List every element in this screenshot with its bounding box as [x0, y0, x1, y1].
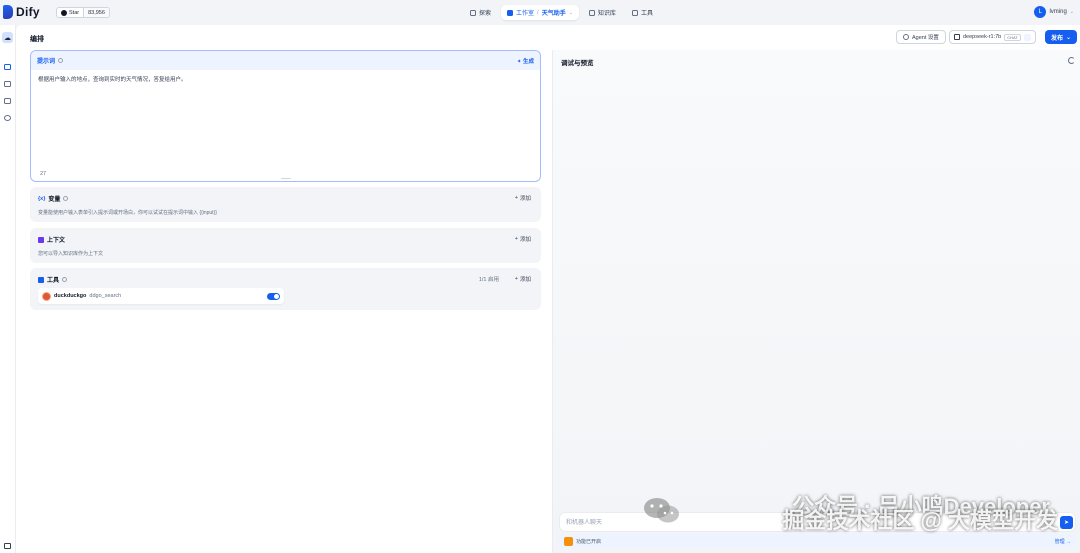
compass-icon [470, 9, 476, 16]
resize-handle[interactable] [281, 177, 291, 179]
nav-separator: / [537, 9, 539, 16]
tools-title: 工具 [47, 278, 60, 284]
tool-icon [38, 276, 44, 283]
studio-icon [507, 9, 514, 16]
orchestrate-icon[interactable] [4, 64, 11, 70]
debug-title: 调试与预览 [561, 60, 594, 67]
tool-enable-toggle[interactable] [267, 292, 280, 300]
monitoring-icon[interactable] [4, 115, 11, 121]
agent-settings-button[interactable]: Agent 设置 [896, 30, 946, 44]
prompt-title: 提示词 [37, 59, 56, 65]
model-mode-badge: CHAT [1004, 33, 1021, 41]
generate-prompt-button[interactable]: ✦ 生成 [517, 57, 534, 65]
logo-text: Dify [16, 5, 40, 19]
help-icon[interactable] [58, 58, 64, 63]
collapse-sidebar-icon[interactable] [4, 543, 11, 549]
add-variable-button[interactable]: + 添加 [515, 194, 531, 202]
user-name: lvming [1049, 9, 1067, 15]
prompt-header: 提示词 ✦ 生成 [31, 51, 540, 70]
left-rail: ☁ [0, 25, 16, 553]
features-bar: 功能已开启 管理 → [559, 534, 1076, 548]
wrench-icon [631, 9, 638, 16]
chevron-down-icon: ⌄ [1069, 9, 1074, 15]
page-title: 编排 [30, 36, 44, 43]
tools-section: 工具 1/1 启用 + 添加 duckduckgo ddgo_search [30, 268, 541, 310]
github-icon [61, 9, 67, 16]
tools-enabled-count: 1/1 启用 [478, 277, 499, 283]
debug-preview-panel: 调试与预览 ➤ 功能已开启 管理 → [552, 50, 1080, 553]
duckduckgo-icon [42, 291, 51, 301]
gear-icon [903, 34, 909, 40]
nav-knowledge[interactable]: 知识库 [583, 5, 622, 20]
prompt-char-count: 27 [40, 171, 47, 177]
model-name: deepseek-r1:7b [963, 34, 1002, 40]
chat-input-container: ➤ [559, 512, 1076, 532]
logs-icon[interactable] [4, 98, 11, 104]
context-section: 上下文 + 添加 您可以导入知识库作为上下文 [30, 228, 541, 263]
tool-provider: duckduckgo [54, 293, 87, 299]
add-context-button[interactable]: + 添加 [515, 235, 531, 243]
github-star-count: 83,956 [83, 8, 109, 17]
prompt-card[interactable]: 提示词 ✦ 生成 根据用户输入的地点，查询到实时的天气情况，答复给用户。 27 [30, 50, 541, 182]
github-star-label: Star [69, 9, 80, 16]
top-bar: Dify Star 83,956 探索 工作室 / 天气助手 ⌄ 知识库 工具 [0, 0, 1080, 25]
app-icon[interactable]: ☁ [2, 32, 13, 43]
tool-name: ddgo_search [89, 293, 122, 299]
api-access-icon[interactable] [4, 81, 11, 87]
model-selector-button[interactable]: deepseek-r1:7b CHAT [949, 30, 1036, 44]
context-description: 您可以导入知识库作为上下文 [38, 251, 104, 257]
model-provider-icon [954, 34, 960, 40]
nav-tools[interactable]: 工具 [626, 5, 659, 20]
github-star-button[interactable]: Star 83,956 [56, 7, 110, 18]
chevron-down-icon: ⌄ [568, 9, 573, 16]
user-menu[interactable]: L lvming ⌄ [1034, 6, 1074, 18]
context-title: 上下文 [47, 238, 66, 244]
main-content: 编排 Agent 设置 deepseek-r1:7b CHAT 发布 ⌄ 提示词… [16, 25, 1080, 553]
variable-icon: {x} [38, 195, 46, 202]
chat-input[interactable] [566, 516, 1046, 529]
dify-logo[interactable]: Dify [3, 5, 40, 19]
avatar: L [1034, 6, 1047, 18]
help-icon[interactable] [63, 196, 69, 201]
current-app-name[interactable]: 天气助手 [542, 8, 566, 17]
variables-description: 变量能使用户输入表单引入提示词或开场白，你可以试试在提示词中输入 {{input… [38, 210, 217, 216]
variables-title: 变量 [48, 197, 61, 203]
refresh-icon[interactable] [1068, 57, 1075, 64]
send-button[interactable]: ➤ [1060, 516, 1073, 529]
feature-icon [564, 536, 573, 546]
chevron-down-icon: ⌄ [1066, 34, 1072, 41]
prompt-textarea[interactable]: 根据用户输入的地点，查询到实时的天气情况，答复给用户。 [31, 70, 540, 90]
tool-item[interactable]: duckduckgo ddgo_search [38, 288, 284, 304]
nav-explore[interactable]: 探索 [464, 5, 497, 20]
publish-button[interactable]: 发布 ⌄ [1045, 30, 1078, 44]
help-icon[interactable] [62, 277, 68, 282]
main-nav: 探索 工作室 / 天气助手 ⌄ 知识库 工具 [464, 5, 659, 20]
feature-status: 功能已开启 [576, 538, 602, 545]
nav-studio[interactable]: 工作室 / 天气助手 ⌄ [501, 5, 579, 20]
add-tool-button[interactable]: + 添加 [515, 275, 531, 283]
book-icon [588, 9, 595, 16]
context-icon [38, 236, 44, 243]
editor-header: 编排 Agent 设置 deepseek-r1:7b CHAT 发布 ⌄ [16, 25, 1080, 50]
manage-features-link[interactable]: 管理 → [1055, 538, 1071, 545]
dify-logo-icon [3, 5, 13, 19]
model-params-icon[interactable] [1023, 33, 1031, 41]
variables-section: {x} 变量 + 添加 变量能使用户输入表单引入提示词或开场白，你可以试试在提示… [30, 187, 541, 222]
